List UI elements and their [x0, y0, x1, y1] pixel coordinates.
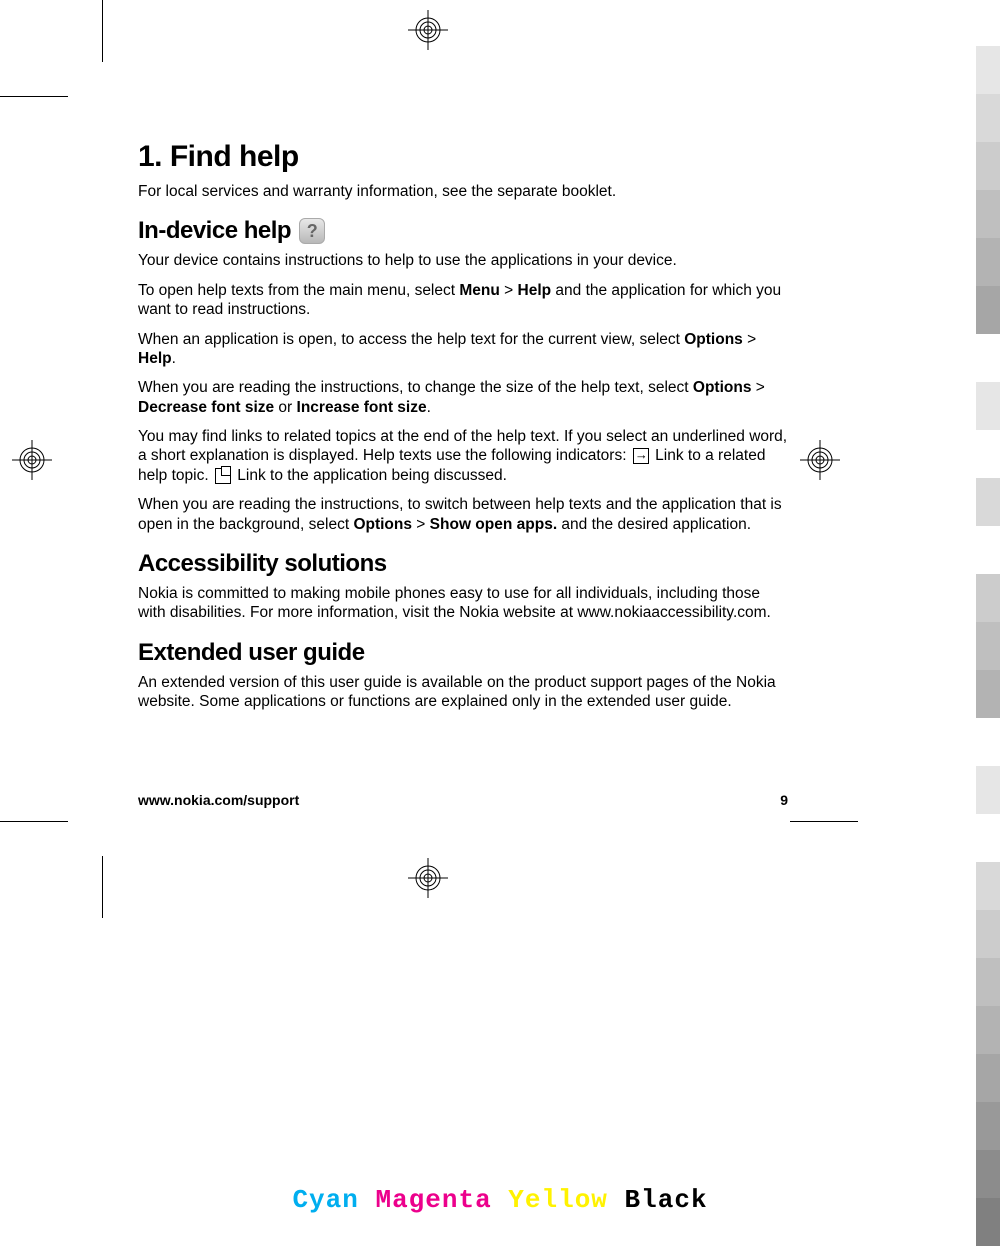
crop-mark — [0, 96, 68, 97]
body-text: Your device contains instructions to hel… — [138, 251, 788, 270]
footer-url: www.nokia.com/support — [138, 792, 299, 808]
body-text: To open help texts from the main menu, s… — [138, 281, 788, 320]
link-arrow-icon — [633, 448, 649, 464]
section-title-text: In-device help — [138, 217, 291, 245]
cmyk-labels: Cyan Magenta Yellow Black — [0, 1185, 1000, 1215]
black-label: Black — [625, 1185, 708, 1215]
body-text: An extended version of this user guide i… — [138, 673, 788, 712]
crop-mark — [102, 0, 103, 62]
registration-mark-icon — [12, 440, 52, 480]
help-icon: ? — [299, 218, 325, 244]
color-bars — [976, 46, 1000, 1246]
yellow-label: Yellow — [508, 1185, 608, 1215]
section-heading-in-device-help: In-device help ? — [138, 217, 788, 245]
page-footer: www.nokia.com/support 9 — [138, 792, 788, 808]
section-heading-accessibility: Accessibility solutions — [138, 550, 788, 578]
body-text: When an application is open, to access t… — [138, 330, 788, 369]
section-heading-extended-guide: Extended user guide — [138, 639, 788, 667]
registration-mark-icon — [408, 858, 448, 898]
page-container: 1. Find help For local services and warr… — [0, 0, 1000, 1223]
crop-mark — [102, 856, 103, 918]
magenta-label: Magenta — [375, 1185, 491, 1215]
chapter-heading: 1. Find help — [138, 140, 788, 174]
intro-text: For local services and warranty informat… — [138, 182, 788, 201]
content-area: 1. Find help For local services and warr… — [138, 140, 788, 721]
page-number: 9 — [780, 792, 788, 808]
cyan-label: Cyan — [292, 1185, 358, 1215]
crop-mark — [0, 821, 68, 822]
body-text: When you are reading the instructions, t… — [138, 495, 788, 534]
registration-mark-icon — [800, 440, 840, 480]
body-text: Nokia is committed to making mobile phon… — [138, 584, 788, 623]
app-link-icon — [215, 468, 231, 484]
body-text: When you are reading the instructions, t… — [138, 378, 788, 417]
registration-mark-icon — [408, 10, 448, 50]
body-text: You may find links to related topics at … — [138, 427, 788, 485]
crop-mark — [790, 821, 858, 822]
